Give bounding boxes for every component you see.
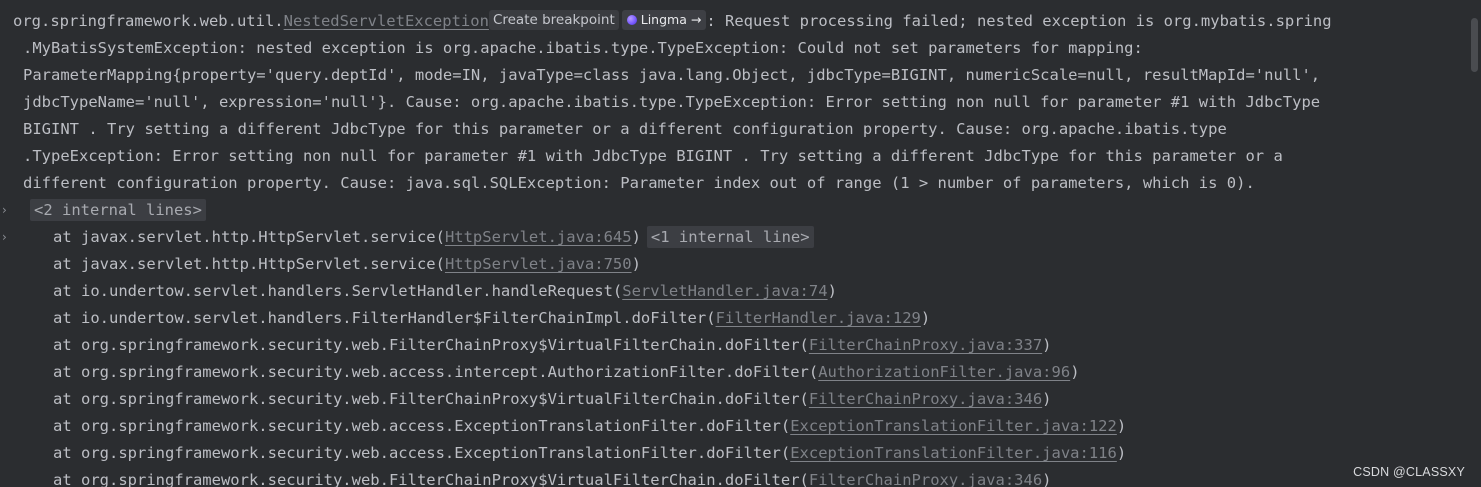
stack-frame-close: ) xyxy=(1070,363,1080,381)
stack-frame: at org.springframework.security.web.acce… xyxy=(0,413,1126,440)
stack-frame-method: at org.springframework.security.web.Filt… xyxy=(53,336,809,354)
stack-frame: at javax.servlet.http.HttpServlet.servic… xyxy=(0,251,641,278)
stack-frame-method: at javax.servlet.http.HttpServlet.servic… xyxy=(53,255,445,273)
lingma-label: Lingma xyxy=(640,12,687,27)
exception-message-line: ParameterMapping{property='query.deptId'… xyxy=(23,66,1321,84)
source-link[interactable]: FilterChainProxy.java:337 xyxy=(809,336,1042,354)
stack-frame-close: ) xyxy=(1116,417,1127,435)
exception-message-line: BIGINT . Try setting a different JdbcTyp… xyxy=(23,120,1227,138)
stack-frame-close: ) xyxy=(827,282,837,300)
stack-frame-method: at javax.servlet.http.HttpServlet.servic… xyxy=(53,228,445,246)
source-link[interactable]: FilterChainProxy.java:346 xyxy=(809,471,1042,487)
source-link[interactable]: ServletHandler.java:74 xyxy=(622,282,827,300)
exception-class-link[interactable]: NestedServletException xyxy=(284,12,489,30)
stack-frame: at org.springframework.security.web.Filt… xyxy=(0,386,1052,413)
stack-frame-method: at io.undertow.servlet.handlers.ServletH… xyxy=(53,282,623,300)
lingma-icon xyxy=(626,15,637,25)
stack-frame-method: at org.springframework.security.web.Filt… xyxy=(53,390,809,408)
exception-message-line: jdbcTypeName='null', expression='null'}.… xyxy=(23,93,1321,111)
console-output: org.springframework.web.util.NestedServl… xyxy=(0,0,1481,487)
source-link[interactable]: FilterHandler.java:129 xyxy=(716,309,921,327)
source-link[interactable]: HttpServlet.java:645 xyxy=(445,228,632,246)
vertical-scrollbar[interactable] xyxy=(1471,18,1478,72)
stack-frame-close: ) xyxy=(1042,471,1052,487)
stack-frame-method: at org.springframework.security.web.acce… xyxy=(53,444,791,462)
stack-frame: at org.springframework.security.web.Filt… xyxy=(0,332,1052,359)
stack-frame: at javax.servlet.http.HttpServlet.servic… xyxy=(0,224,814,251)
folded-lines-row: <2 internal lines> xyxy=(0,197,206,224)
stack-frame-close: ) xyxy=(631,255,641,273)
arrow-right-icon: → xyxy=(690,12,702,27)
stack-frame: at org.springframework.security.web.acce… xyxy=(0,440,1126,467)
exception-package: org.springframework.web.util. xyxy=(13,12,284,30)
stack-frame-close: ) xyxy=(1042,390,1052,408)
stack-frame: at org.springframework.security.web.acce… xyxy=(0,359,1080,386)
watermark: CSDN @CLASSXY xyxy=(1353,465,1465,479)
stack-frame-method: at io.undertow.servlet.handlers.FilterHa… xyxy=(53,309,716,327)
internal-line-fold[interactable]: <1 internal line> xyxy=(646,226,814,248)
create-breakpoint-button[interactable]: Create breakpoint xyxy=(488,10,619,30)
stack-frame-method: at org.springframework.security.web.acce… xyxy=(53,417,791,435)
exception-message-line: .TypeException: Error setting non null f… xyxy=(23,147,1283,165)
stack-frame-close: ) xyxy=(920,309,931,327)
internal-lines-fold[interactable]: <2 internal lines> xyxy=(30,199,206,221)
stack-frame: at io.undertow.servlet.handlers.ServletH… xyxy=(0,278,837,305)
source-link[interactable]: ExceptionTranslationFilter.java:122 xyxy=(790,417,1117,435)
stack-frame-method: at org.springframework.security.web.acce… xyxy=(53,363,819,381)
stack-frame-close: ) xyxy=(631,228,641,246)
source-link[interactable]: FilterChainProxy.java:346 xyxy=(809,390,1042,408)
exception-header-line: org.springframework.web.util.NestedServl… xyxy=(0,8,1332,35)
stack-frame: at org.springframework.security.web.Filt… xyxy=(0,467,1052,487)
source-link[interactable]: AuthorizationFilter.java:96 xyxy=(818,363,1070,381)
stack-frame-close: ) xyxy=(1116,444,1127,462)
stack-frame-method: at org.springframework.security.web.Filt… xyxy=(53,471,809,487)
lingma-button[interactable]: Lingma → xyxy=(621,10,707,30)
source-link[interactable]: ExceptionTranslationFilter.java:116 xyxy=(790,444,1117,462)
exception-message-line: .MyBatisSystemException: nested exceptio… xyxy=(23,39,1143,57)
exception-message-start: : Request processing failed; nested exce… xyxy=(706,12,1332,30)
source-link[interactable]: HttpServlet.java:750 xyxy=(445,255,632,273)
exception-message-line: different configuration property. Cause:… xyxy=(23,174,1255,192)
stack-frame-close: ) xyxy=(1042,336,1052,354)
stack-frame: at io.undertow.servlet.handlers.FilterHa… xyxy=(0,305,930,332)
